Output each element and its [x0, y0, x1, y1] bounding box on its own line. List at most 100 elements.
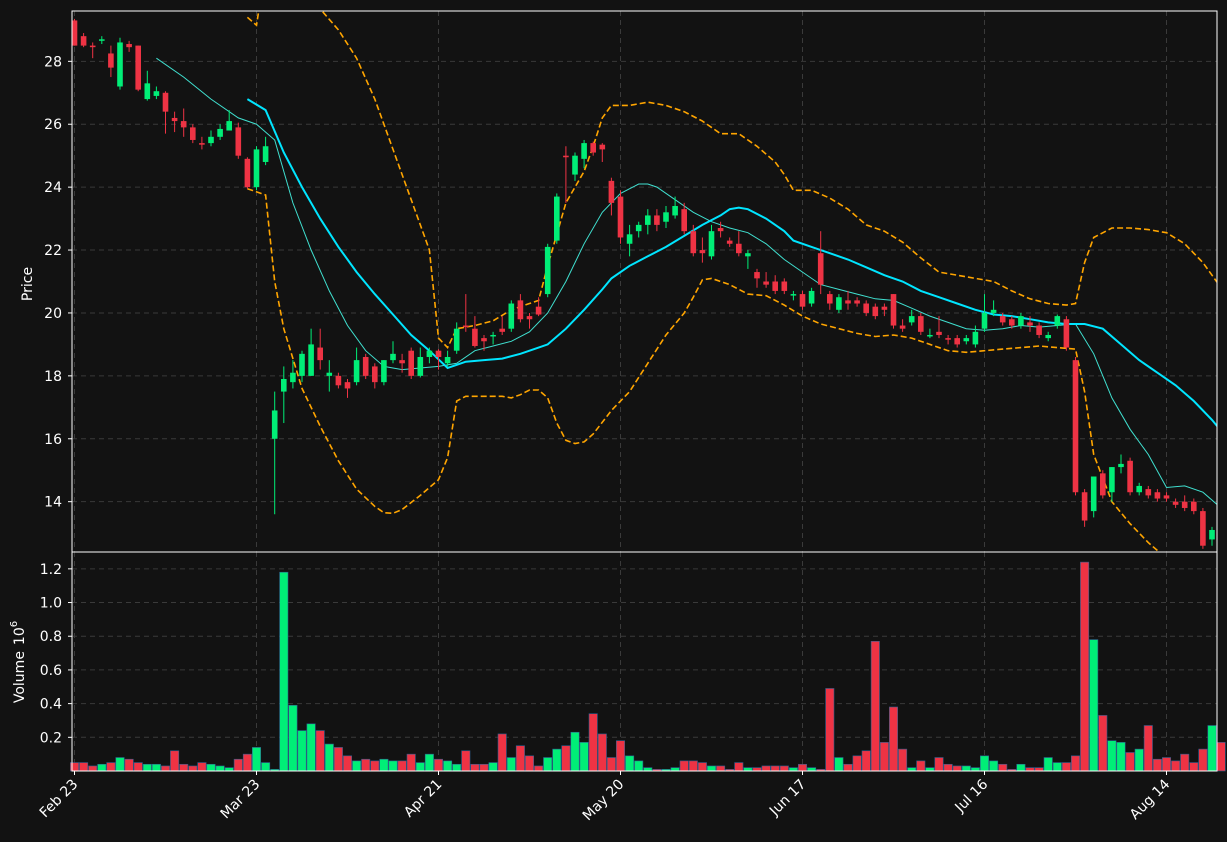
- volume-bar: [807, 767, 817, 772]
- candle-body: [1191, 501, 1197, 512]
- candle-body: [899, 325, 906, 329]
- volume-bar: [242, 753, 252, 772]
- candle-body: [763, 281, 769, 285]
- volume-bar: [370, 760, 380, 772]
- volume-bar: [315, 730, 325, 772]
- price-tick-label: 22: [44, 243, 62, 259]
- candle-body: [1063, 319, 1070, 348]
- candle-body: [226, 121, 232, 131]
- candle-body: [1154, 492, 1161, 499]
- candle-body: [490, 334, 496, 337]
- date-tick-label: Feb 23: [37, 777, 82, 822]
- candle-body: [690, 231, 697, 254]
- volume-bar: [925, 767, 935, 772]
- candle-body: [672, 206, 678, 216]
- candle-body: [908, 316, 915, 323]
- candle-body: [1036, 325, 1042, 335]
- candle-body: [108, 53, 114, 68]
- volume-bar: [770, 765, 780, 772]
- volume-bar: [161, 765, 171, 772]
- volume-bar: [379, 758, 389, 772]
- candle-body: [1200, 511, 1206, 546]
- volume-bar: [1016, 763, 1026, 772]
- date-tick-label: Apr 21: [401, 777, 445, 821]
- volume-bar: [552, 748, 562, 772]
- volume-bar: [916, 760, 926, 772]
- candle-body: [963, 338, 970, 342]
- price-tick-label: 28: [44, 54, 62, 70]
- candlesticks: [71, 18, 1215, 549]
- volume-tick-label: 1.0: [40, 596, 62, 612]
- candle-body: [199, 143, 205, 145]
- volume-bar: [252, 747, 262, 772]
- upper-band-line: [246, 11, 1217, 349]
- candle-body: [235, 127, 242, 156]
- candle-body: [1090, 476, 1097, 512]
- candle-body: [544, 246, 551, 295]
- candle-body: [1018, 316, 1024, 326]
- candle-body: [1127, 460, 1133, 493]
- candle-body: [599, 144, 606, 150]
- candle-body: [626, 234, 633, 244]
- candle-body: [872, 306, 879, 317]
- volume-y-ticks: 0.2 0.4 0.6 0.8 1.0 1.2: [40, 562, 72, 746]
- volume-bar: [625, 755, 635, 772]
- volume-bar: [670, 767, 680, 772]
- candle-body: [999, 316, 1006, 323]
- fast-moving-average-line: [156, 57, 1217, 506]
- candle-body: [508, 303, 515, 329]
- candle-body: [635, 224, 642, 232]
- volume-bar: [634, 760, 644, 772]
- volume-bar: [870, 640, 880, 772]
- candle-body: [572, 155, 578, 175]
- candle-body: [945, 338, 951, 340]
- volume-bar: [497, 733, 507, 772]
- candle-body: [608, 180, 615, 203]
- candle-body: [417, 356, 424, 376]
- candle-body: [135, 45, 141, 90]
- volume-bar: [943, 763, 953, 772]
- candle-body: [590, 143, 596, 153]
- volume-bar: [606, 757, 616, 772]
- candle-body: [71, 20, 78, 46]
- candle-body: [299, 353, 305, 376]
- candle-body: [918, 316, 924, 332]
- candle-body: [808, 290, 815, 304]
- moving-averages: [156, 57, 1217, 506]
- volume-panel-grid: [72, 552, 1217, 771]
- volume-tick-label: 0.8: [40, 629, 62, 645]
- candle-body: [162, 92, 169, 112]
- volume-bar: [1034, 767, 1044, 772]
- candle-body: [390, 353, 396, 361]
- candle-body: [645, 215, 651, 225]
- candle-body: [180, 121, 187, 128]
- volume-bar: [124, 758, 134, 772]
- volume-bar: [1152, 758, 1162, 772]
- candle-body: [481, 338, 487, 342]
- volume-bar: [1089, 639, 1099, 772]
- volume-bar: [843, 763, 853, 772]
- candle-body: [290, 372, 296, 383]
- volume-bar: [952, 765, 962, 772]
- volume-bar: [934, 757, 944, 772]
- bollinger-bands: [246, 11, 1217, 552]
- price-tick-label: 20: [44, 306, 62, 322]
- volume-bar: [998, 763, 1008, 772]
- candle-body: [1209, 529, 1215, 540]
- candle-body: [936, 331, 942, 335]
- volume-bar: [506, 757, 516, 772]
- date-tick-label: Mar 23: [218, 777, 264, 823]
- volume-bar: [706, 765, 716, 772]
- candle-body: [117, 42, 123, 87]
- volume-bar: [515, 745, 525, 772]
- candle-body: [472, 328, 478, 346]
- candle-body: [836, 297, 842, 310]
- date-tick-label: Jun 17: [766, 777, 809, 820]
- volume-bar: [1207, 725, 1217, 772]
- volume-bar: [88, 765, 98, 772]
- volume-bar: [734, 762, 744, 772]
- volume-bar: [306, 723, 316, 772]
- volume-bar: [861, 750, 871, 772]
- volume-bar: [761, 765, 771, 772]
- candle-body: [153, 91, 160, 96]
